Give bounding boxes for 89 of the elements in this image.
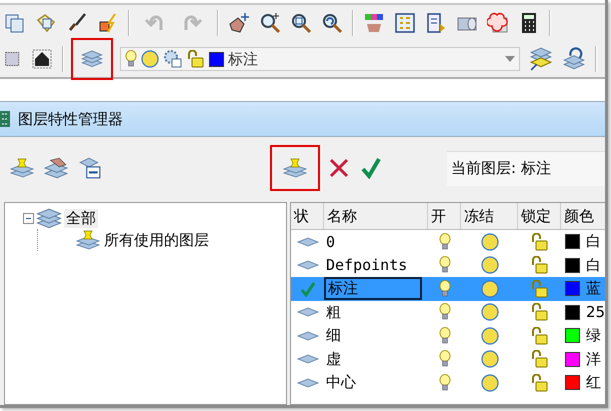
layer-row[interactable]: 中心 红	[291, 371, 605, 394]
current-layer-label: 当前图层: 标注	[451, 159, 551, 178]
lit-bulb-icon[interactable]	[438, 280, 450, 298]
new-layer-icon	[283, 158, 307, 178]
lit-bulb-icon[interactable]	[438, 326, 450, 345]
color-name: 红	[586, 373, 601, 392]
unlocked-padlock-icon[interactable]	[530, 326, 548, 345]
color-swatch[interactable]	[565, 352, 580, 367]
gear-icon	[163, 49, 183, 69]
copy-icon[interactable]	[4, 12, 26, 34]
color-name: 绿	[586, 326, 601, 346]
window-title: 图层特性管理器	[18, 110, 123, 128]
sun-icon[interactable]	[480, 256, 498, 274]
zoom-in-icon[interactable]	[259, 12, 281, 34]
layer-undo-icon[interactable]	[562, 47, 586, 71]
zoom-window-icon[interactable]	[290, 12, 312, 34]
color-swatch[interactable]	[565, 375, 580, 390]
sun-icon[interactable]	[480, 280, 498, 298]
sun-icon[interactable]	[480, 303, 498, 322]
grid-icon[interactable]	[394, 12, 416, 34]
layer-name: 粗	[325, 302, 342, 322]
document-icon[interactable]	[425, 12, 447, 34]
cloud-icon[interactable]	[487, 12, 509, 34]
layer-name: 0	[325, 232, 336, 251]
layer-name: 细	[325, 326, 342, 346]
column-header[interactable]: 名称	[324, 203, 428, 229]
column-header[interactable]: 开	[428, 203, 461, 229]
lit-bulb-icon[interactable]	[125, 50, 137, 68]
sun-icon[interactable]	[480, 326, 498, 345]
sun-icon[interactable]	[480, 350, 498, 368]
tree-item[interactable]: 全部	[64, 208, 98, 228]
sun-icon[interactable]	[480, 374, 498, 392]
column-header[interactable]: 状	[291, 203, 324, 229]
layer-row[interactable]: 细 绿	[291, 324, 605, 348]
color-swatch[interactable]	[565, 258, 580, 273]
unlocked-padlock-icon[interactable]	[530, 232, 548, 251]
color-swatch[interactable]	[565, 281, 580, 296]
sun-icon[interactable]	[141, 50, 159, 68]
lit-bulb-icon[interactable]	[438, 303, 450, 322]
set-current-icon[interactable]	[360, 157, 382, 179]
layer-name: 虚	[325, 350, 342, 369]
color-name: 白	[586, 256, 601, 275]
layer-states-icon[interactable]	[78, 156, 102, 180]
unlocked-padlock-icon[interactable]	[530, 374, 548, 392]
unlocked-padlock-icon[interactable]	[530, 350, 548, 368]
layer-row[interactable]: 虚 洋	[291, 348, 605, 371]
layer-filter-icon	[76, 230, 100, 250]
delete-icon[interactable]	[328, 157, 350, 179]
layer-row[interactable]: 粗 25	[291, 300, 605, 324]
layer-row[interactable]: Defpoints 白	[291, 254, 605, 277]
lit-bulb-icon[interactable]	[438, 256, 450, 274]
new-layer-filter-icon	[10, 158, 34, 178]
unlocked-padlock-icon[interactable]	[187, 50, 205, 68]
layer-name: 中心	[325, 373, 357, 392]
window-icon	[0, 109, 12, 129]
lit-bulb-icon[interactable]	[438, 350, 450, 368]
color-swatch	[209, 52, 224, 66]
tree-item[interactable]: 所有使用的图层	[102, 230, 211, 250]
zoom-previous-icon[interactable]	[321, 12, 343, 34]
color-name: 白	[586, 232, 601, 252]
layer-manager-button[interactable]	[73, 40, 111, 78]
layer-name: 标注	[228, 50, 259, 68]
color-name: 洋	[586, 350, 601, 369]
layer-arrow-icon[interactable]	[529, 47, 553, 71]
column-header[interactable]: 冻结	[461, 203, 518, 229]
layer-name: 标注	[324, 277, 422, 300]
color-swatch[interactable]	[565, 328, 580, 344]
layers-icon	[81, 50, 103, 68]
color-swatch[interactable]	[565, 304, 580, 320]
house-icon[interactable]	[31, 48, 53, 70]
unlocked-padlock-icon[interactable]	[530, 280, 548, 298]
selected-layer-row[interactable]: 标注 蓝	[291, 277, 605, 300]
color-name: 蓝	[586, 279, 601, 298]
unlocked-padlock-icon[interactable]	[530, 303, 548, 322]
lit-bulb-icon[interactable]	[438, 374, 450, 392]
color-name: 25	[586, 303, 605, 322]
collapse-icon[interactable]	[23, 212, 34, 224]
column-header[interactable]: 锁定	[518, 203, 561, 229]
column-header[interactable]: 颜色	[561, 203, 605, 229]
layer-dropdown[interactable]: 标注	[120, 47, 520, 71]
dropdown-arrow-icon[interactable]	[505, 56, 515, 62]
unlocked-padlock-icon[interactable]	[530, 256, 548, 274]
layer-row[interactable]: 0 白	[291, 230, 605, 254]
color-swatch[interactable]	[565, 234, 580, 250]
new-layer-button[interactable]	[272, 147, 318, 189]
lit-bulb-icon[interactable]	[438, 232, 450, 251]
layers-icon	[36, 208, 62, 228]
layer-name: Defpoints	[325, 256, 408, 274]
sun-icon[interactable]	[480, 232, 498, 251]
